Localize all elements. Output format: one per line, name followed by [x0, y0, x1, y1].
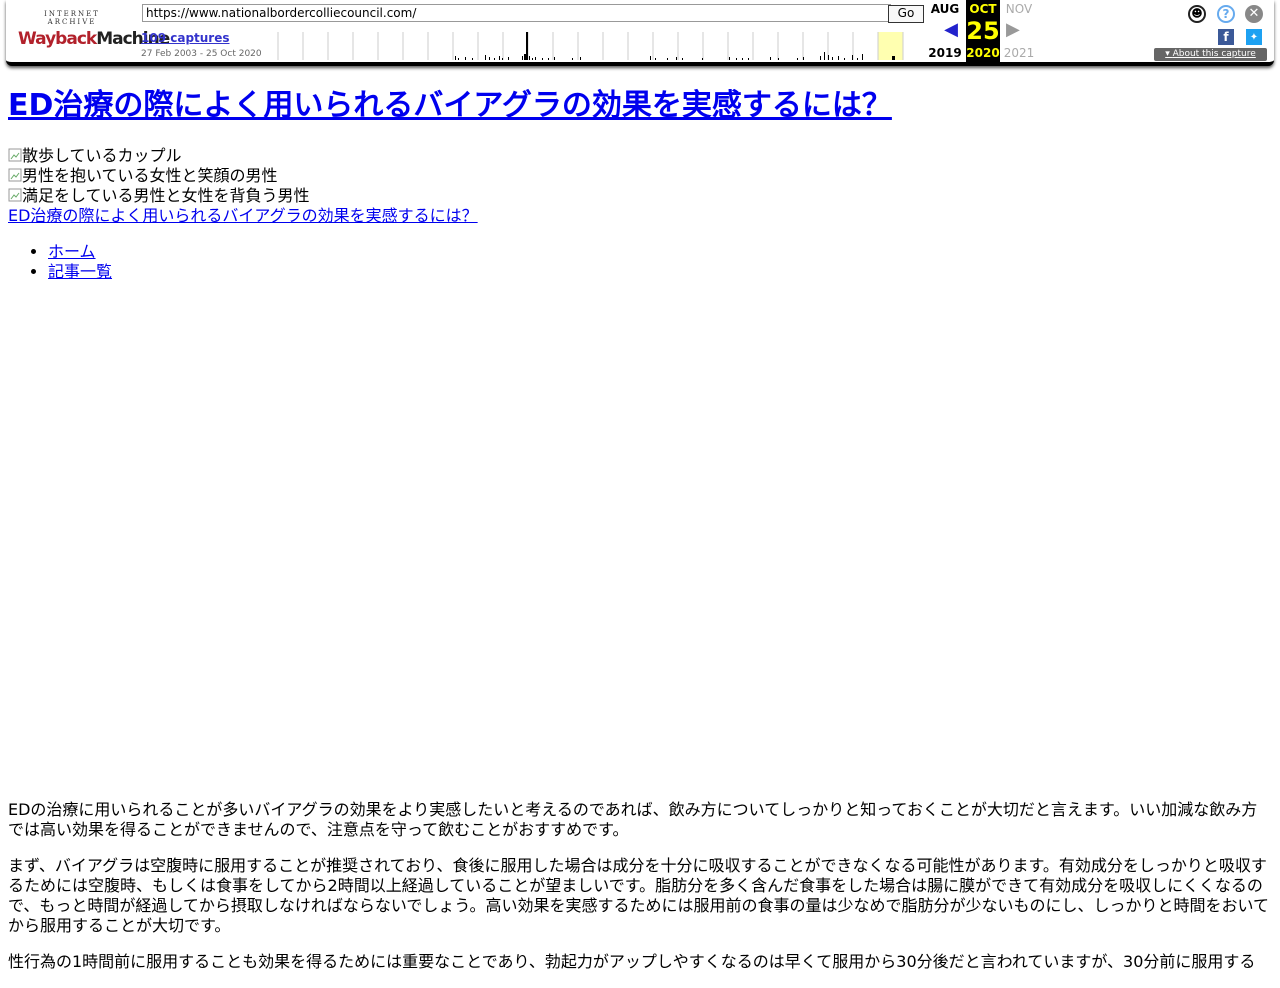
current-year: 2020: [966, 46, 1000, 60]
captures-link[interactable]: 109 captures: [141, 31, 230, 45]
go-button[interactable]: Go: [888, 5, 924, 23]
about-capture-button[interactable]: ▾ About this capture: [1154, 48, 1267, 61]
prev-arrow-icon[interactable]: ◀: [944, 20, 958, 40]
current-month: OCT: [969, 2, 997, 16]
year-dividers: [277, 32, 904, 60]
next-year: 2021: [1003, 46, 1035, 60]
capture-date-range: 27 Feb 2003 - 25 Oct 2020: [141, 49, 262, 59]
close-icon[interactable]: ✕: [1245, 5, 1263, 23]
title-link[interactable]: ED治療の際によく用いられるバイアグラの効果を実感するには？: [8, 206, 478, 225]
prev-capture[interactable]: AUG ◀ 2019: [928, 0, 962, 62]
user-icon[interactable]: ☻: [1188, 5, 1206, 23]
broken-image-icon: [8, 148, 22, 162]
wayback-toolbar: INTERNET ARCHIVE WaybackMachine https://…: [6, 0, 1274, 66]
url-input[interactable]: https://www.nationalbordercolliecouncil.…: [142, 4, 891, 22]
next-capture: NOV ▶ 2021: [1002, 0, 1036, 62]
page-title: ED治療の際によく用いられるバイアグラの効果を実感するには？: [8, 86, 1272, 126]
next-arrow-icon: ▶: [1006, 19, 1020, 40]
nav-link-home[interactable]: ホーム: [48, 242, 96, 261]
image-man-carrying-woman: 満足をしている男性と女性を背負う男性: [8, 186, 1272, 206]
current-day: 25: [966, 17, 1000, 45]
logo-wayback-machine: WaybackMachine: [18, 29, 170, 49]
capture-navigator: AUG ◀ 2019 OCT 25 2020 NOV ▶ 2021: [928, 0, 1038, 62]
nav-menu: ホーム 記事一覧: [8, 242, 1272, 282]
prev-month: AUG: [930, 2, 960, 16]
page-content: ED治療の際によく用いられるバイアグラの効果を実感するには？ 散歩しているカップ…: [8, 86, 1272, 282]
broken-image-icon: [8, 168, 22, 182]
article-paragraph: EDの治療に用いられることが多いバイアグラの効果をより実感したいと考えるのであれ…: [8, 800, 1258, 839]
image-alt-list: 散歩しているカップル 男性を抱いている女性と笑顔の男性 満足をしている男性と女性…: [8, 146, 1272, 226]
next-month: NOV: [1005, 2, 1033, 16]
current-capture: OCT 25 2020: [966, 0, 1000, 62]
nav-link-articles[interactable]: 記事一覧: [48, 262, 112, 281]
broken-image-icon: [8, 188, 22, 202]
article-paragraph: 性行為の1時間前に服用することも効果を得るためには重要なことであり、勃起力がアッ…: [8, 952, 1256, 971]
article-paragraph: まず、バイアグラは空腹時に服用することが推奨されており、食後に服用した場合は成分…: [8, 856, 1269, 935]
prev-year[interactable]: 2019: [928, 46, 962, 60]
page-title-link[interactable]: ED治療の際によく用いられるバイアグラの効果を実感するには？: [8, 88, 892, 123]
capture-sparkline[interactable]: [272, 32, 922, 60]
facebook-icon[interactable]: f: [1218, 29, 1234, 45]
logo-internet-archive: INTERNET ARCHIVE: [44, 10, 100, 26]
image-woman-hugging-man: 男性を抱いている女性と笑顔の男性: [8, 166, 1272, 186]
twitter-icon[interactable]: ✦: [1246, 29, 1262, 45]
capture-bars: [455, 32, 895, 60]
image-couple-walking: 散歩しているカップル: [8, 146, 1272, 166]
wayback-logo[interactable]: INTERNET ARCHIVE WaybackMachine: [18, 10, 170, 50]
nav-item-home: ホーム: [48, 242, 1272, 262]
help-icon[interactable]: ?: [1217, 5, 1235, 23]
nav-item-articles: 記事一覧: [48, 262, 1272, 282]
current-year-highlight: [878, 32, 903, 60]
